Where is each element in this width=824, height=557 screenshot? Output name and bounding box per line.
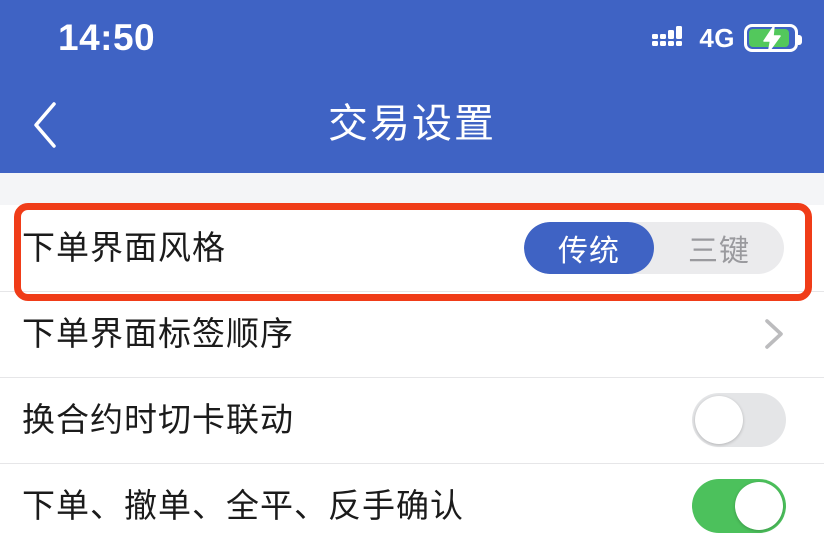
battery-charging-icon [744,24,802,52]
status-indicators: 4G [652,20,802,56]
row-label: 下单、撤单、全平、反手确认 [22,487,464,524]
row-label: 下单界面标签顺序 [22,315,294,352]
settings-list: 下单界面风格 传统 三键 下单界面标签顺序 换合约时切卡联动 下单、撤单、全平、… [0,205,824,549]
section-gap [0,173,824,205]
status-bar: 14:50 4G [0,0,824,76]
toggle-knob [735,482,783,530]
settings-row-order-ui-tab-order[interactable]: 下单界面标签顺序 [0,291,824,377]
settings-row-contract-switch-link[interactable]: 换合约时切卡联动 [0,377,824,463]
page-title: 交易设置 [328,102,496,146]
settings-row-order-confirm[interactable]: 下单、撤单、全平、反手确认 [0,463,824,549]
network-type-label: 4G [699,23,735,53]
signal-bars-icon [652,26,683,46]
order-ui-style-segmented-control[interactable]: 传统 三键 [524,222,784,274]
order-confirm-toggle[interactable] [692,479,786,533]
chevron-right-icon[interactable] [756,317,790,351]
row-label: 下单界面风格 [22,229,226,266]
row-label: 换合约时切卡联动 [22,401,294,438]
app-header: 14:50 4G 交易设置 [0,0,824,173]
navigation-bar: 交易设置 [0,76,824,173]
phone-screen: 14:50 4G 交易设置 下单界面风格 传统 三键 下单界面标签顺序 换合约时… [0,0,824,557]
segment-traditional[interactable]: 传统 [524,222,654,274]
status-time: 14:50 [58,17,156,58]
contract-switch-link-toggle[interactable] [692,393,786,447]
toggle-knob [695,396,743,444]
segment-three-key[interactable]: 三键 [654,222,784,274]
charging-bolt-icon [763,26,781,52]
settings-row-order-ui-style[interactable]: 下单界面风格 传统 三键 [0,205,824,291]
